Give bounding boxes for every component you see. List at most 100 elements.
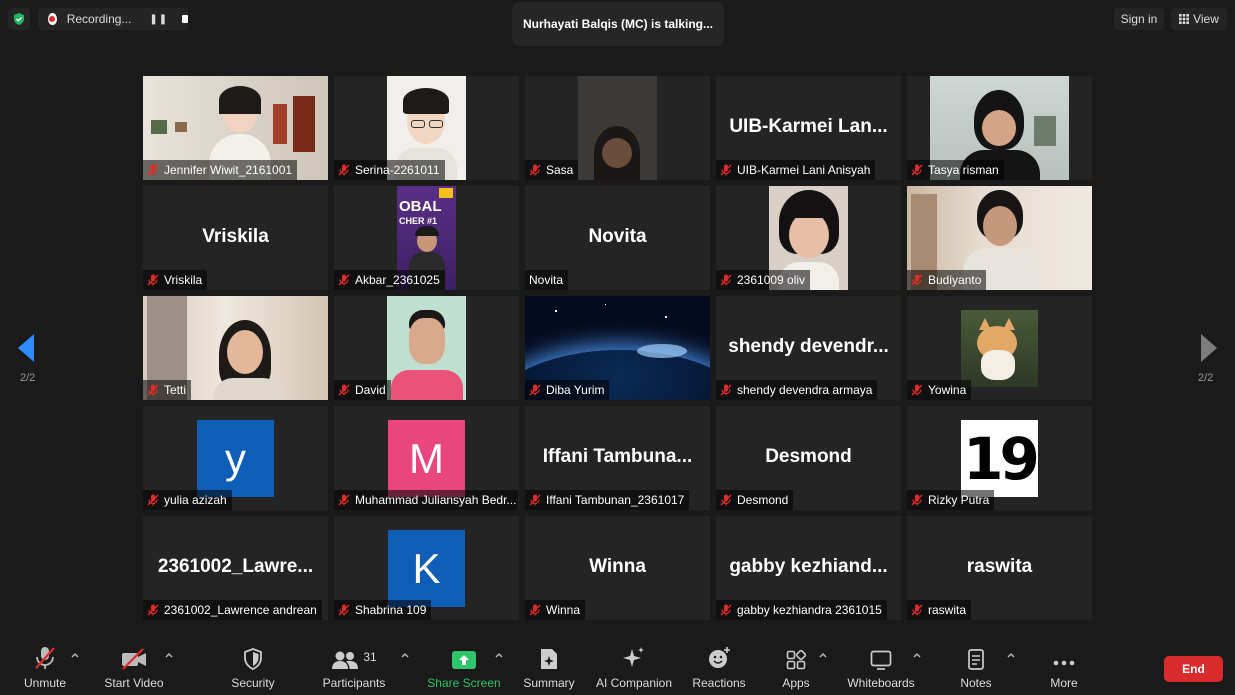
participant-tile[interactable]: Serina-2261011 (334, 76, 519, 180)
notes-options-caret-icon[interactable] (1006, 650, 1016, 660)
participant-tile[interactable]: OBAL CHER #1 Akbar_2361025 (334, 186, 519, 290)
participant-tile[interactable]: Iffani Tambuna... Iffani Tambunan_236101… (525, 406, 710, 510)
previous-page-arrow-icon[interactable] (18, 334, 36, 362)
encryption-shield-icon[interactable] (8, 8, 30, 30)
pause-recording-icon[interactable]: ❚❚ (149, 14, 168, 25)
participant-name: shendy devendra armaya (737, 383, 873, 397)
participant-name-tag: Tasya risman (907, 160, 1004, 180)
audio-options-caret-icon[interactable] (70, 650, 80, 660)
participant-name: Sasa (546, 163, 574, 177)
share-screen-button[interactable]: Share Screen (424, 640, 504, 695)
security-button[interactable]: Security (222, 640, 284, 695)
participant-display-name: Winna (589, 556, 646, 577)
video-banner-line2: CHER #1 (399, 216, 438, 226)
participant-name: Muhammad Juliansyah Bedr... (355, 493, 517, 507)
whiteboards-button[interactable]: Whiteboards (844, 640, 918, 695)
whiteboards-options-caret-icon[interactable] (912, 650, 922, 660)
muted-mic-icon (911, 494, 923, 506)
participants-options-caret-icon[interactable] (400, 650, 410, 660)
participant-tile[interactable]: Jennifer Wiwit_2161001 (143, 76, 328, 180)
muted-mic-icon (529, 604, 541, 616)
share-screen-icon (452, 651, 476, 669)
video-options-caret-icon[interactable] (164, 650, 174, 660)
reactions-label: Reactions (692, 676, 746, 690)
ai-companion-button[interactable]: AI Companion (594, 640, 674, 695)
stop-recording-icon[interactable] (182, 15, 188, 23)
grid-view-icon (1179, 14, 1190, 24)
reactions-emoji-icon (709, 647, 730, 668)
muted-mic-icon (147, 384, 159, 396)
share-screen-label: Share Screen (427, 676, 501, 690)
participant-tile[interactable]: Tetti (143, 296, 328, 400)
participant-tile[interactable]: Desmond Desmond (716, 406, 901, 510)
participant-tile[interactable]: Novita Novita (525, 186, 710, 290)
apps-options-caret-icon[interactable] (818, 650, 828, 660)
participant-name-tag: Yowina (907, 380, 972, 400)
participant-tile[interactable]: Vriskila Vriskila (143, 186, 328, 290)
summary-button[interactable]: Summary (518, 640, 580, 695)
muted-mic-icon (720, 604, 732, 616)
sign-in-button[interactable]: Sign in (1114, 8, 1164, 30)
participant-tile[interactable]: Yowina (907, 296, 1092, 400)
active-speaker-banner: Nurhayati Balqis (MC) is talking... (512, 2, 724, 46)
participant-name: 2361009 oliv (737, 273, 806, 287)
avatar: y (197, 420, 274, 497)
apps-button[interactable]: Apps (772, 640, 820, 695)
participant-name-tag: Shabrina 109 (334, 600, 432, 620)
participant-video (578, 76, 657, 180)
notes-button[interactable]: Notes (950, 640, 1002, 695)
start-video-button[interactable]: Start Video (98, 640, 170, 695)
participant-tile[interactable]: Diba Yurim (525, 296, 710, 400)
participant-display-name: raswita (966, 556, 1033, 577)
muted-mic-icon (147, 604, 159, 616)
participant-name-tag: Iffani Tambunan_2361017 (525, 490, 690, 510)
participant-tile[interactable]: David (334, 296, 519, 400)
recording-indicator: Recording... ❚❚ (38, 8, 188, 30)
participant-name-tag: Jennifer Wiwit_2161001 (143, 160, 298, 180)
whiteboard-icon (870, 650, 892, 670)
muted-mic-icon (338, 164, 350, 176)
participant-tile[interactable]: K Shabrina 109 (334, 516, 519, 620)
security-shield-icon (244, 648, 262, 670)
participant-display-name: Novita (588, 226, 647, 247)
participant-tile[interactable]: 19 Rizky Putra (907, 406, 1092, 510)
participant-name-tag: UIB-Karmei Lani Anisyah (716, 160, 876, 180)
participant-name-tag: Tetti (143, 380, 192, 400)
participant-display-name: 2361002_Lawre... (157, 556, 314, 577)
participant-name: UIB-Karmei Lani Anisyah (737, 163, 871, 177)
participant-name: David (355, 383, 386, 397)
participant-tile[interactable]: M Muhammad Juliansyah Bedr... (334, 406, 519, 510)
participant-name: Yowina (928, 383, 967, 397)
muted-mic-icon (147, 274, 159, 286)
participants-button[interactable]: 31 Participants (318, 640, 390, 695)
more-button[interactable]: More (1040, 640, 1088, 695)
end-meeting-button[interactable]: End (1164, 656, 1223, 682)
participant-tile[interactable]: raswita raswita (907, 516, 1092, 620)
muted-mic-icon (720, 164, 732, 176)
participant-tile[interactable]: 2361009 oliv (716, 186, 901, 290)
notes-label: Notes (960, 676, 992, 690)
share-options-caret-icon[interactable] (494, 650, 504, 660)
participant-name: Winna (546, 603, 581, 617)
participant-tile[interactable]: y yulia azizah (143, 406, 328, 510)
summary-icon (541, 649, 557, 669)
muted-mic-icon (338, 274, 350, 286)
participant-name: Jennifer Wiwit_2161001 (164, 163, 293, 177)
unmute-label: Unmute (23, 676, 67, 690)
next-page-arrow-icon[interactable] (1200, 334, 1218, 362)
participant-tile[interactable]: Sasa (525, 76, 710, 180)
view-button[interactable]: View (1171, 8, 1227, 30)
participant-name: raswita (928, 603, 967, 617)
participant-tile[interactable]: shendy devendr... shendy devendra armaya (716, 296, 901, 400)
participant-tile[interactable]: 2361002_Lawre... 2361002_Lawrence andrea… (143, 516, 328, 620)
reactions-button[interactable]: Reactions (688, 640, 750, 695)
participant-tile[interactable]: UIB-Karmei Lan... UIB-Karmei Lani Anisya… (716, 76, 901, 180)
microphone-muted-icon (35, 647, 55, 669)
participant-tile[interactable]: Tasya risman (907, 76, 1092, 180)
participant-name: Vriskila (164, 273, 203, 287)
participant-name-tag: Rizky Putra (907, 490, 995, 510)
unmute-button[interactable]: Unmute (14, 640, 76, 695)
participant-tile[interactable]: Winna Winna (525, 516, 710, 620)
participant-tile[interactable]: gabby kezhiand... gabby kezhiandra 23610… (716, 516, 901, 620)
participant-tile[interactable]: Budiyanto (907, 186, 1092, 290)
